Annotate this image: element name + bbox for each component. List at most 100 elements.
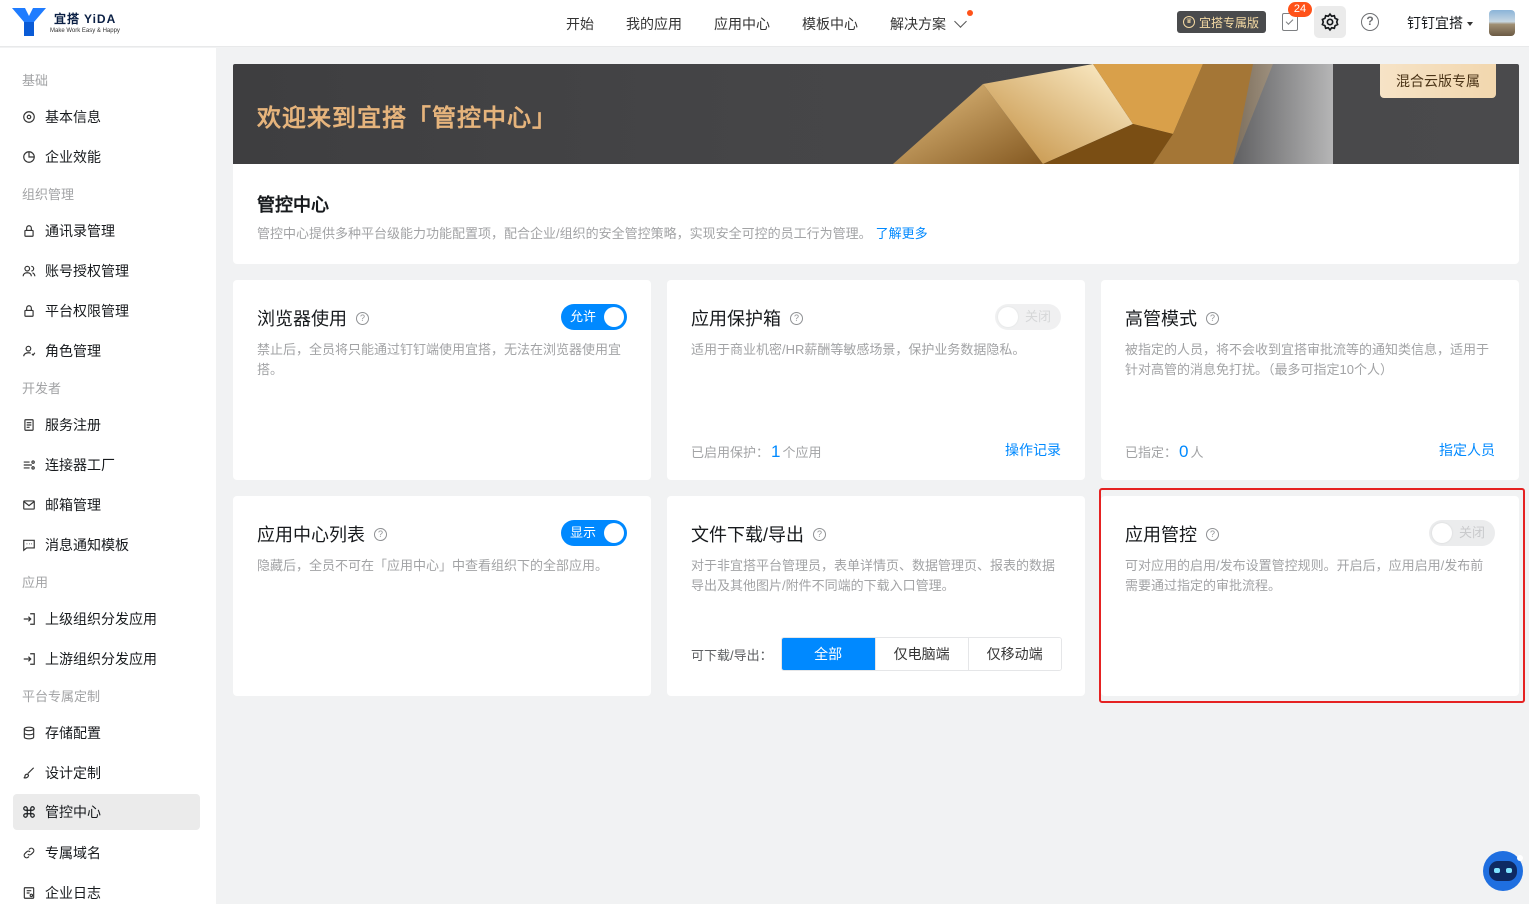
card-description: 对于非宜搭平台管理员，表单详情页、数据管理页、报表的数据导出及其他图片/附件不同… <box>691 558 1056 593</box>
foot-suffix: 人 <box>1190 445 1204 460</box>
nav-template-center[interactable]: 模板中心 <box>802 14 858 34</box>
link-icon <box>22 846 36 860</box>
toggle-label: 允许 <box>570 309 597 324</box>
foot-prefix: 已指定： <box>1125 445 1178 460</box>
card-description: 隐藏后，全员不可在「应用中心」中查看组织下的全部应用。 <box>257 558 609 573</box>
org-name: 钉钉宜搭 <box>1407 15 1463 31</box>
sidebar-item-label: 企业效能 <box>45 149 101 165</box>
app-center-list-toggle[interactable]: 显示 <box>561 520 627 546</box>
card-title: 应用中心列表 <box>257 525 365 545</box>
sidebar-group-org: 组织管理 <box>22 187 75 202</box>
todo-count-badge: 24 <box>1288 2 1312 17</box>
sidebar-item-enterprise-log[interactable]: 企业日志 <box>13 875 200 904</box>
card-executive-mode: 高管模式? 被指定的人员，将不会收到宜搭审批流等的通知类信息，适用于针对高管的消… <box>1101 280 1519 480</box>
toggle-label: 关闭 <box>1025 309 1052 324</box>
help-icon[interactable]: ? <box>790 311 803 325</box>
sidebar-item-efficiency[interactable]: 企业效能 <box>13 139 200 175</box>
card-description: 适用于商业机密/HR薪酬等敏感场景，保护业务数据隐私。 <box>691 342 1026 357</box>
nav-start[interactable]: 开始 <box>566 14 594 34</box>
sidebar-item-contacts[interactable]: 通讯录管理 <box>13 213 200 249</box>
foot-number: 1 <box>771 442 781 461</box>
card-description: 被指定的人员，将不会收到宜搭审批流等的通知类信息，适用于针对高管的消息免打扰。（… <box>1125 342 1490 377</box>
sidebar-item-label: 存储配置 <box>45 725 101 741</box>
foot-number: 0 <box>1179 442 1189 461</box>
assigned-people-count: 已指定： 0 人 <box>1125 442 1204 462</box>
sidebar-group-custom: 平台专属定制 <box>22 689 101 704</box>
user-icon <box>22 344 36 358</box>
lock-icon <box>22 304 36 318</box>
sidebar-item-service-register[interactable]: 服务注册 <box>13 407 200 443</box>
card-title: 文件下载/导出 <box>691 525 805 545</box>
card-description: 可对应用的启用/发布设置管控规则。开启后，应用启用/发布前需要通过指定的审批流程… <box>1125 558 1484 593</box>
card-file-download: 文件下载/导出? 对于非宜搭平台管理员，表单详情页、数据管理页、报表的数据导出及… <box>667 496 1085 696</box>
sidebar-item-storage[interactable]: 存储配置 <box>13 715 200 751</box>
settings-button[interactable] <box>1314 6 1346 38</box>
import-icon <box>22 612 36 626</box>
hybrid-cloud-tag: 混合云版专属 <box>1380 64 1496 98</box>
sidebar-item-basic-info[interactable]: 基本信息 <box>13 99 200 135</box>
sidebar-item-label: 管控中心 <box>45 804 101 820</box>
card-title: 应用保护箱 <box>691 309 781 329</box>
command-icon <box>22 805 36 819</box>
help-icon[interactable]: ? <box>1206 311 1219 325</box>
help-icon[interactable]: ? <box>813 527 827 541</box>
sidebar-group-app: 应用 <box>22 575 49 590</box>
sidebar-item-mail[interactable]: 邮箱管理 <box>13 487 200 523</box>
sidebar-item-domain[interactable]: 专属域名 <box>13 835 200 871</box>
nav-solutions[interactable]: 解决方案 <box>890 9 973 34</box>
learn-more-link[interactable]: 了解更多 <box>876 226 928 241</box>
sidebar-item-label: 连接器工厂 <box>45 457 115 473</box>
sidebar-group-developer: 开发者 <box>22 381 62 396</box>
brand-logo[interactable]: 宜搭 YiDA Make Work Easy & Happy <box>12 6 120 36</box>
brand-tagline: Make Work Easy & Happy <box>50 27 120 34</box>
sidebar-item-label: 服务注册 <box>45 417 101 433</box>
sidebar-item-design[interactable]: 设计定制 <box>13 755 200 791</box>
exclusive-edition-badge[interactable]: ♛ 宜搭专属版 <box>1177 11 1267 33</box>
help-icon[interactable]: ? <box>1206 527 1219 541</box>
app-control-toggle[interactable]: 关闭 <box>1429 520 1495 546</box>
card-title: 高管模式 <box>1125 309 1197 329</box>
assign-people-link[interactable]: 指定人员 <box>1439 440 1495 460</box>
brand-latin: YiDA <box>84 11 117 26</box>
sidebar-item-connector-factory[interactable]: 连接器工厂 <box>13 447 200 483</box>
ai-assistant-robot-icon[interactable] <box>1480 846 1526 892</box>
download-scope-control: 可下载/导出： 全部 仅电脑端 仅移动端 <box>691 637 1062 671</box>
seg-option-desktop[interactable]: 仅电脑端 <box>874 638 968 670</box>
foot-suffix: 个应用 <box>782 445 822 460</box>
browser-usage-toggle[interactable]: 允许 <box>561 304 627 330</box>
toggle-knob <box>1432 523 1452 543</box>
caret-down-icon <box>1467 22 1473 26</box>
sidebar-item-upstream-org-apps[interactable]: 上游组织分发应用 <box>13 641 200 677</box>
org-switcher[interactable]: 钉钉宜搭 <box>1407 13 1473 33</box>
sidebar-item-platform-permission[interactable]: 平台权限管理 <box>13 293 200 329</box>
gold-crystal-illustration <box>893 64 1333 164</box>
nav-solutions-label: 解决方案 <box>890 15 946 32</box>
brush-icon <box>22 766 36 780</box>
seg-option-all[interactable]: 全部 <box>781 638 875 670</box>
import-icon <box>22 652 36 666</box>
toggle-knob <box>604 523 624 543</box>
download-scope-segmented: 全部 仅电脑端 仅移动端 <box>780 637 1062 671</box>
database-icon <box>22 726 36 740</box>
sidebar-item-account-auth[interactable]: 账号授权管理 <box>13 253 200 289</box>
protected-app-count: 已启用保护： 1 个应用 <box>691 442 822 462</box>
help-icon[interactable]: ? <box>1361 13 1379 31</box>
lock-icon <box>22 224 36 238</box>
nav-app-center[interactable]: 应用中心 <box>714 14 770 34</box>
nav-my-apps[interactable]: 我的应用 <box>626 14 682 34</box>
connector-icon <box>22 458 36 472</box>
card-app-protect-box: 应用保护箱? 关闭 适用于商业机密/HR薪酬等敏感场景，保护业务数据隐私。 已启… <box>667 280 1085 480</box>
help-icon[interactable]: ? <box>374 527 387 541</box>
avatar[interactable] <box>1489 10 1515 36</box>
operation-log-link[interactable]: 操作记录 <box>1005 440 1061 460</box>
sidebar-item-message-template[interactable]: 消息通知模板 <box>13 527 200 563</box>
seg-option-mobile[interactable]: 仅移动端 <box>967 638 1061 670</box>
sidebar-group-basic: 基础 <box>22 73 49 88</box>
sidebar-item-roles[interactable]: 角色管理 <box>13 333 200 369</box>
sidebar-item-control-center[interactable]: 管控中心 <box>13 794 200 830</box>
sidebar-item-parent-org-apps[interactable]: 上级组织分发应用 <box>13 601 200 637</box>
app-protect-toggle[interactable]: 关闭 <box>995 304 1061 330</box>
toggle-knob <box>604 307 624 327</box>
help-icon[interactable]: ? <box>356 311 369 325</box>
sidebar-item-label: 上游组织分发应用 <box>45 651 157 667</box>
